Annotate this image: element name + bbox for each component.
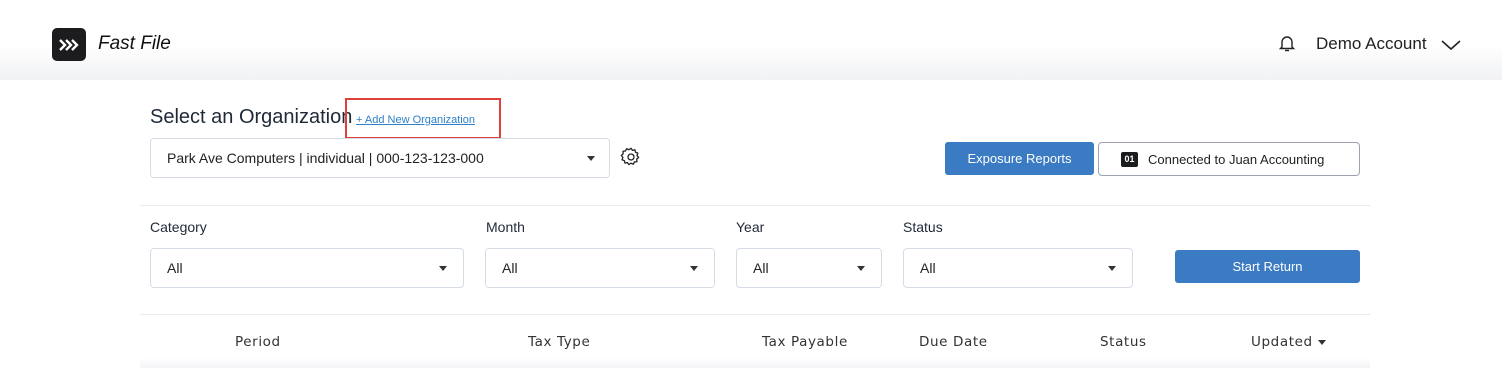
chevrons-right-icon <box>59 38 79 51</box>
exposure-reports-button[interactable]: Exposure Reports <box>945 142 1094 175</box>
caret-down-icon <box>439 266 447 271</box>
chevron-down-icon[interactable] <box>1440 38 1462 52</box>
sort-descending-icon <box>1317 339 1326 345</box>
column-header-tax-payable[interactable]: Tax Payable <box>762 334 848 350</box>
bell-icon[interactable] <box>1278 34 1296 54</box>
app-logo[interactable] <box>52 28 86 61</box>
year-select[interactable]: All <box>736 248 882 288</box>
organization-select-value: Park Ave Computers | individual | 000-12… <box>167 150 484 166</box>
connection-status-button[interactable]: 01 Connected to Juan Accounting <box>1098 142 1360 176</box>
table-body-edge <box>140 358 1370 368</box>
column-header-tax-type[interactable]: Tax Type <box>528 334 590 350</box>
status-label: Status <box>903 219 943 235</box>
account-name[interactable]: Demo Account <box>1316 34 1427 54</box>
column-header-period[interactable]: Period <box>235 334 281 350</box>
caret-down-icon <box>1108 266 1116 271</box>
category-select[interactable]: All <box>150 248 464 288</box>
organization-select[interactable]: Park Ave Computers | individual | 000-12… <box>150 138 610 178</box>
organization-heading: Select an Organization <box>150 106 353 128</box>
year-label: Year <box>736 219 765 235</box>
status-select[interactable]: All <box>903 248 1133 288</box>
add-organization-link[interactable]: + Add New Organization <box>356 114 475 126</box>
year-select-value: All <box>753 260 769 276</box>
caret-down-icon <box>587 156 595 161</box>
connection-label: Connected to Juan Accounting <box>1148 151 1325 167</box>
caret-down-icon <box>690 266 698 271</box>
start-return-button[interactable]: Start Return <box>1175 250 1360 283</box>
month-select[interactable]: All <box>485 248 715 288</box>
month-select-value: All <box>502 260 518 276</box>
column-header-updated[interactable]: Updated <box>1251 334 1326 350</box>
column-header-due-date[interactable]: Due Date <box>919 334 988 350</box>
section-divider <box>140 205 1370 206</box>
table-divider <box>140 314 1370 315</box>
top-bar: Fast File Demo Account <box>0 0 1502 80</box>
caret-down-icon <box>857 266 865 271</box>
category-label: Category <box>150 219 207 235</box>
column-header-updated-label: Updated <box>1251 334 1313 350</box>
column-header-status[interactable]: Status <box>1100 334 1147 350</box>
status-select-value: All <box>920 260 936 276</box>
month-label: Month <box>486 219 525 235</box>
category-select-value: All <box>167 260 183 276</box>
gear-icon[interactable] <box>620 146 642 168</box>
app-title: Fast File <box>98 33 171 54</box>
connection-badge: 01 <box>1121 151 1138 167</box>
